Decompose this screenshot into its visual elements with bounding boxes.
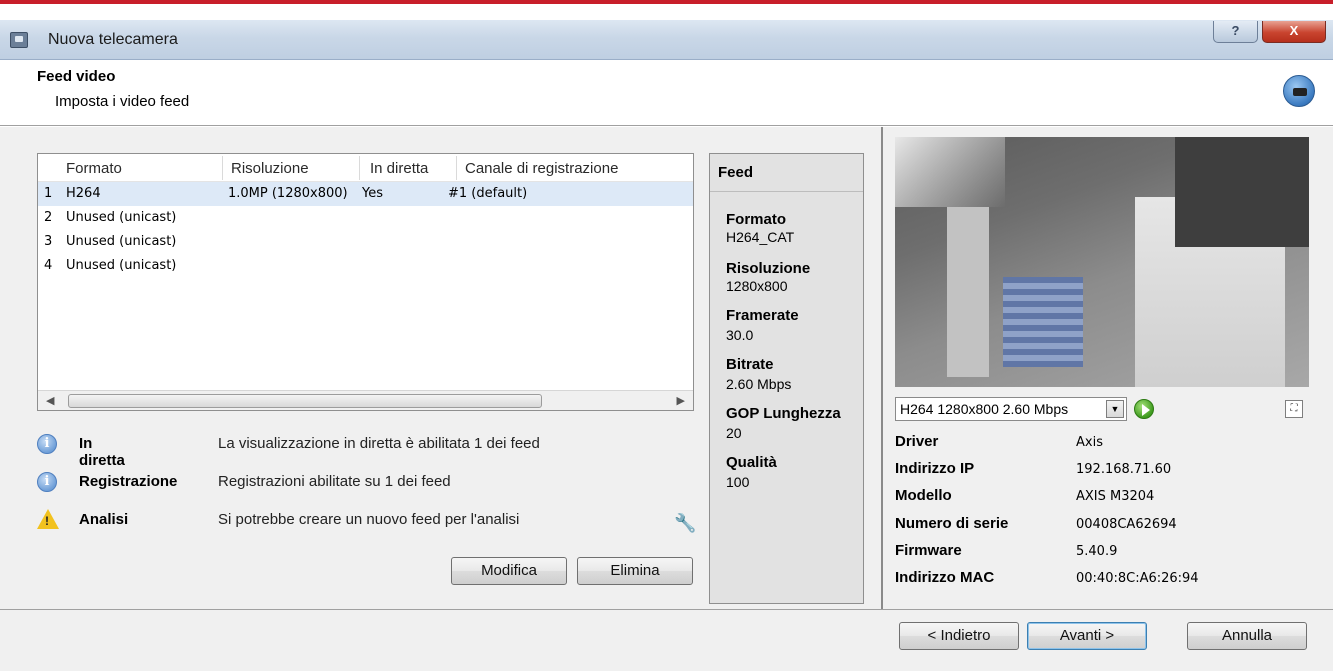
row-resolution: 1.0MP (1280x800): [228, 186, 348, 201]
feeds-table: Formato Risoluzione In diretta Canale di…: [37, 153, 694, 411]
next-button[interactable]: Avanti >: [1027, 622, 1147, 650]
camera-app-icon: [10, 32, 28, 48]
row-format: Unused (unicast): [66, 210, 177, 225]
camera-info-value: 5.40.9: [1076, 544, 1118, 559]
column-divider[interactable]: [222, 156, 223, 180]
info-icon: i: [37, 472, 57, 492]
column-header-format[interactable]: Formato: [66, 160, 122, 177]
table-row[interactable]: 3 Unused (unicast): [38, 230, 693, 254]
close-button[interactable]: X: [1262, 21, 1326, 43]
video-camera-icon: [1283, 75, 1315, 107]
page-subtitle: Imposta i video feed: [55, 93, 190, 110]
feed-field-label: GOP Lunghezza: [726, 405, 841, 422]
feed-field-value: 2.60 Mbps: [726, 376, 792, 392]
notice-label: Registrazione: [79, 473, 178, 490]
camera-info-key: Indirizzo IP: [895, 460, 975, 477]
wizard-header: Feed video Imposta i video feed: [0, 60, 1333, 126]
wizard-footer: < Indietro Avanti > Annulla: [0, 609, 1333, 671]
preview-shadow: [1175, 137, 1309, 247]
notice-text: Si potrebbe creare un nuovo feed per l'a…: [218, 511, 520, 528]
column-header-resolution[interactable]: Risoluzione: [231, 160, 309, 177]
stream-select[interactable]: H264 1280x800 2.60 Mbps ▼: [895, 397, 1127, 421]
top-accent-line: [0, 0, 1333, 4]
feed-field-value: 20: [726, 425, 742, 441]
back-button[interactable]: < Indietro: [899, 622, 1019, 650]
table-row[interactable]: 4 Unused (unicast): [38, 254, 693, 278]
table-row[interactable]: 2 Unused (unicast): [38, 206, 693, 230]
scrollbar-thumb[interactable]: [68, 394, 542, 408]
feed-field-label: Formato: [726, 211, 786, 228]
camera-info-key: Firmware: [895, 542, 962, 559]
horizontal-scrollbar[interactable]: ◀ ▶: [38, 390, 693, 410]
feed-field-label: Framerate: [726, 307, 799, 324]
camera-info-value: 00408CA62694: [1076, 517, 1177, 532]
row-index: 4: [44, 258, 53, 273]
preview-shelf: [1003, 277, 1083, 367]
row-index: 3: [44, 234, 53, 249]
row-format: H264: [66, 186, 101, 201]
row-format: Unused (unicast): [66, 234, 177, 249]
wrench-icon[interactable]: 🔧: [674, 513, 696, 534]
camera-info-value: AXIS M3204: [1076, 489, 1155, 504]
feed-field-label: Risoluzione: [726, 260, 811, 277]
fullscreen-icon[interactable]: ⛶: [1285, 400, 1303, 418]
chevron-down-icon[interactable]: ▼: [1106, 400, 1124, 418]
notice-text: La visualizzazione in diretta è abilitat…: [218, 435, 540, 452]
camera-info-value: Axis: [1076, 435, 1103, 450]
help-button[interactable]: ?: [1213, 21, 1258, 43]
table-row[interactable]: 1 H264 1.0MP (1280x800) Yes #1 (default): [38, 182, 693, 206]
play-icon[interactable]: [1134, 399, 1154, 419]
camera-preview[interactable]: [895, 137, 1309, 387]
notice-label: In diretta: [79, 435, 125, 469]
table-header: Formato Risoluzione In diretta Canale di…: [38, 154, 693, 182]
delete-button[interactable]: Elimina: [577, 557, 693, 585]
preview-light: [895, 137, 1005, 207]
warning-mark: !: [45, 514, 49, 528]
window-title: Nuova telecamera: [48, 31, 178, 48]
edit-button[interactable]: Modifica: [451, 557, 567, 585]
feed-field-value: 1280x800: [726, 278, 788, 294]
column-header-live[interactable]: In diretta: [370, 160, 428, 177]
column-divider[interactable]: [359, 156, 360, 180]
cancel-button[interactable]: Annulla: [1187, 622, 1307, 650]
camera-info-key: Indirizzo MAC: [895, 569, 995, 586]
feed-field-value: 100: [726, 474, 750, 490]
window-titlebar[interactable]: Nuova telecamera ? X: [0, 20, 1333, 60]
notice-label: Analisi: [79, 511, 129, 528]
feed-field-label: Qualità: [726, 454, 777, 471]
row-index: 2: [44, 210, 53, 225]
feed-field-label: Bitrate: [726, 356, 774, 373]
row-format: Unused (unicast): [66, 258, 177, 273]
info-icon: i: [37, 434, 57, 454]
panel-divider: [881, 127, 883, 609]
camera-info-key: Numero di serie: [895, 515, 1009, 532]
column-header-recording-channel[interactable]: Canale di registrazione: [465, 160, 618, 177]
camera-info-key: Driver: [895, 433, 939, 450]
feed-panel-title: Feed: [718, 164, 754, 181]
feed-details-panel: Feed Formato H264_CAT Risoluzione 1280x8…: [709, 153, 864, 604]
camera-info-key: Modello: [895, 487, 952, 504]
stream-select-value: H264 1280x800 2.60 Mbps: [900, 401, 1069, 417]
row-live: Yes: [362, 186, 383, 201]
row-index: 1: [44, 186, 53, 201]
page-title: Feed video: [37, 68, 116, 85]
camera-info-value: 192.168.71.60: [1076, 462, 1172, 477]
camera-info-value: 00:40:8C:A6:26:94: [1076, 571, 1199, 586]
scroll-right-icon[interactable]: ▶: [677, 394, 685, 407]
scroll-left-icon[interactable]: ◀: [46, 394, 54, 407]
notice-text: Registrazioni abilitate su 1 dei feed: [218, 473, 451, 490]
row-channel: #1 (default): [448, 186, 528, 201]
preview-door: [947, 207, 989, 377]
column-divider[interactable]: [456, 156, 457, 180]
feed-panel-header: Feed: [710, 154, 863, 192]
feed-field-value: H264_CAT: [726, 229, 795, 245]
feed-field-value: 30.0: [726, 327, 754, 343]
content-area: Formato Risoluzione In diretta Canale di…: [0, 127, 1333, 609]
